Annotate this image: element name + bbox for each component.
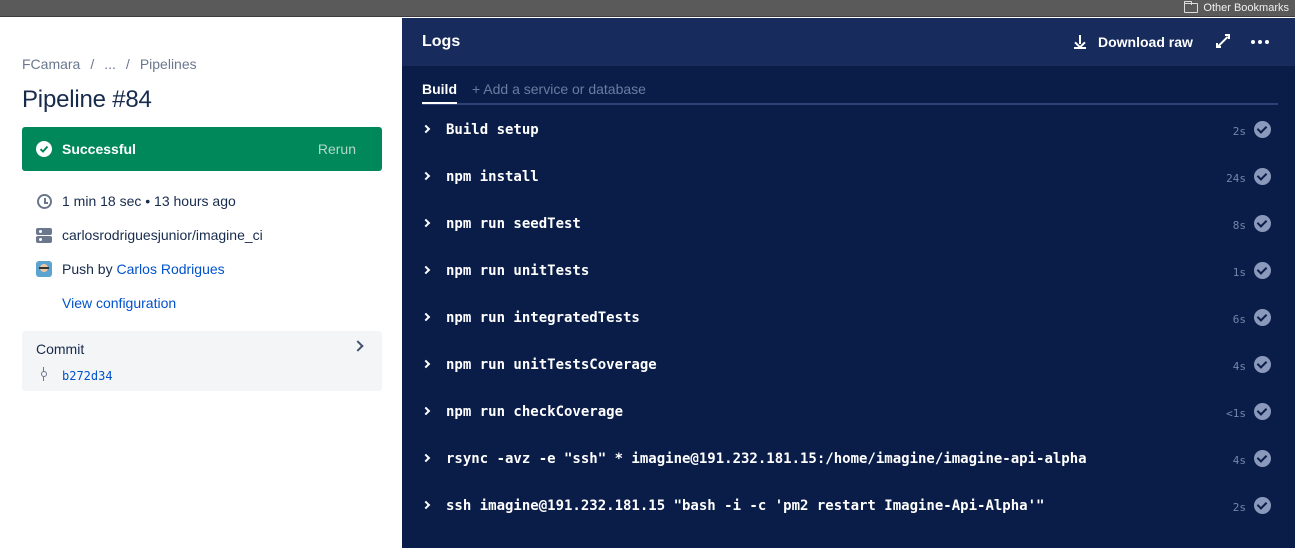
rerun-button[interactable]: Rerun	[318, 141, 356, 157]
step-duration: 6s	[1232, 313, 1246, 326]
pipeline-details-pane: FCamara / ... / Pipelines Pipeline #84 S…	[0, 18, 402, 548]
chevron-right-icon[interactable]	[352, 340, 364, 352]
step-name: npm run unitTests	[446, 263, 590, 279]
step-name: npm run seedTest	[446, 216, 581, 232]
step-name: npm run unitTestsCoverage	[446, 357, 657, 373]
build-step-row[interactable]: npm run unitTests 1s	[402, 249, 1295, 296]
check-circle-icon	[1254, 450, 1271, 467]
breadcrumb-pipelines[interactable]: Pipelines	[140, 56, 197, 72]
push-row: Push by Carlos Rodrigues	[36, 261, 225, 277]
step-duration: 24s	[1226, 172, 1246, 185]
commit-panel[interactable]: Commit b272d34	[22, 331, 382, 391]
bookmarks-bar: Other Bookmarks	[0, 0, 1295, 17]
add-service-link[interactable]: + Add a service or database	[472, 81, 646, 97]
chevron-right-icon	[421, 500, 431, 510]
build-step-row[interactable]: ssh imagine@191.232.181.15 "bash -i -c '…	[402, 484, 1295, 531]
status-text: Successful	[62, 141, 136, 157]
author-link[interactable]: Carlos Rodrigues	[116, 261, 224, 277]
download-icon	[1074, 35, 1086, 49]
page-title: Pipeline #84	[22, 86, 152, 113]
step-duration: <1s	[1226, 407, 1246, 420]
view-configuration-link[interactable]: View configuration	[62, 295, 176, 311]
step-duration: 4s	[1232, 454, 1246, 467]
status-banner: Successful Rerun	[22, 127, 382, 171]
build-step-row[interactable]: npm run seedTest 8s	[402, 202, 1295, 249]
chevron-right-icon	[421, 453, 431, 463]
chevron-right-icon	[421, 265, 431, 275]
step-name: rsync -avz -e "ssh" * imagine@191.232.18…	[446, 451, 1087, 467]
check-circle-icon	[1254, 309, 1271, 326]
chevron-right-icon	[421, 171, 431, 181]
logs-pane: Logs Download raw Build + Add a service …	[402, 18, 1295, 548]
duration-row: 1 min 18 sec • 13 hours ago	[36, 193, 236, 209]
breadcrumb: FCamara / ... / Pipelines	[22, 56, 197, 72]
step-duration: 2s	[1232, 501, 1246, 514]
duration-text: 1 min 18 sec • 13 hours ago	[62, 193, 236, 209]
avatar	[36, 261, 52, 277]
chevron-right-icon	[421, 218, 431, 228]
chevron-right-icon	[421, 124, 431, 134]
build-step-row[interactable]: npm run checkCoverage <1s	[402, 390, 1295, 437]
check-circle-icon	[1254, 262, 1271, 279]
folder-icon	[1184, 1, 1199, 13]
breadcrumb-ellipsis[interactable]: ...	[104, 56, 116, 72]
step-duration: 8s	[1232, 219, 1246, 232]
commit-label: Commit	[36, 341, 85, 357]
step-name: npm install	[446, 169, 539, 185]
commit-hash-link[interactable]: b272d34	[62, 369, 113, 383]
view-configuration-row: View configuration	[62, 295, 176, 311]
more-options-icon[interactable]	[1251, 40, 1269, 44]
push-prefix: Push by	[62, 261, 113, 277]
step-name: npm run checkCoverage	[446, 404, 624, 420]
step-name: npm run integratedTests	[446, 310, 640, 326]
breadcrumb-separator: /	[125, 56, 130, 72]
build-step-row[interactable]: npm run integratedTests 6s	[402, 296, 1295, 343]
repository-row: carlosrodriguesjunior/imagine_ci	[36, 227, 263, 243]
build-step-row[interactable]: npm install 24s	[402, 155, 1295, 202]
check-circle-icon	[1254, 403, 1271, 420]
check-circle-icon	[1254, 215, 1271, 232]
step-duration: 1s	[1232, 266, 1246, 279]
download-raw-label: Download raw	[1098, 34, 1193, 50]
build-step-row[interactable]: Build setup 2s	[402, 108, 1295, 155]
expand-icon[interactable]	[1216, 34, 1230, 48]
other-bookmarks-label: Other Bookmarks	[1203, 2, 1289, 14]
tab-build[interactable]: Build	[422, 81, 457, 104]
clock-icon	[36, 193, 52, 209]
logs-header: Logs Download raw	[402, 18, 1295, 66]
check-circle-icon	[36, 141, 52, 157]
other-bookmarks[interactable]: Other Bookmarks	[1184, 0, 1289, 16]
chevron-right-icon	[421, 359, 431, 369]
chevron-right-icon	[421, 312, 431, 322]
repository-icon	[36, 227, 52, 243]
chevron-right-icon	[421, 406, 431, 416]
repository-name[interactable]: carlosrodriguesjunior/imagine_ci	[62, 227, 263, 243]
log-tabs: Build + Add a service or database	[422, 81, 1278, 105]
commit-icon	[40, 367, 48, 381]
check-circle-icon	[1254, 121, 1271, 138]
logs-title: Logs	[422, 33, 461, 50]
breadcrumb-workspace[interactable]: FCamara	[22, 56, 80, 72]
step-name: ssh imagine@191.232.181.15 "bash -i -c '…	[446, 498, 1045, 514]
build-step-row[interactable]: npm run unitTestsCoverage 4s	[402, 343, 1295, 390]
step-duration: 2s	[1232, 125, 1246, 138]
check-circle-icon	[1254, 356, 1271, 373]
build-step-row[interactable]: rsync -avz -e "ssh" * imagine@191.232.18…	[402, 437, 1295, 484]
step-name: Build setup	[446, 122, 539, 138]
download-raw-button[interactable]: Download raw	[1074, 34, 1193, 50]
step-duration: 4s	[1232, 360, 1246, 373]
check-circle-icon	[1254, 497, 1271, 514]
check-circle-icon	[1254, 168, 1271, 185]
breadcrumb-separator: /	[90, 56, 95, 72]
